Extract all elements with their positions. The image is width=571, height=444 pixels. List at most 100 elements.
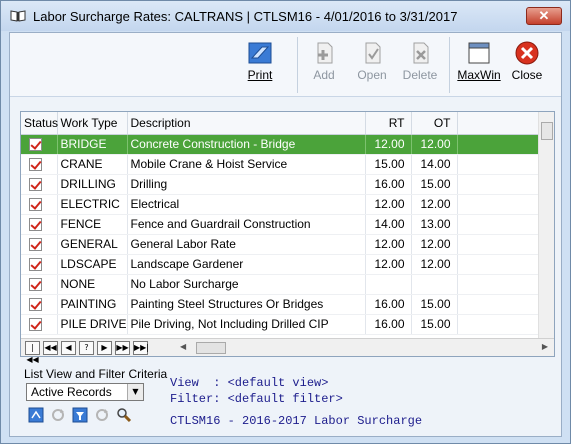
work-type-cell[interactable]: ELECTRIC: [57, 194, 128, 215]
column-header-ot[interactable]: OT: [411, 112, 458, 135]
work-type-cell[interactable]: LDSCAPE: [57, 254, 128, 275]
next-page-button[interactable]: ▶▶: [115, 341, 130, 355]
ot-cell[interactable]: 15.00: [411, 314, 458, 335]
search-icon[interactable]: [116, 407, 134, 425]
help-button[interactable]: ?: [79, 341, 94, 355]
description-cell[interactable]: Concrete Construction - Bridge: [127, 134, 366, 155]
last-record-button[interactable]: ▶▶|: [133, 341, 149, 355]
rt-cell[interactable]: 12.00: [365, 234, 412, 255]
status-cell[interactable]: [21, 234, 58, 255]
table-row[interactable]: NONE No Labor Surcharge: [21, 274, 539, 295]
rt-cell[interactable]: [365, 274, 412, 295]
table-row[interactable]: DRILLING Drilling 16.00 15.00: [21, 174, 539, 195]
table-row[interactable]: PILE DRIVE Pile Driving, Not Including Dr…: [21, 314, 539, 335]
status-cell[interactable]: [21, 274, 58, 295]
column-header-work-type[interactable]: Work Type: [57, 112, 128, 135]
refresh-filter-icon[interactable]: [94, 407, 112, 425]
work-type-cell[interactable]: NONE: [57, 274, 128, 295]
rt-cell[interactable]: 16.00: [365, 174, 412, 195]
description-cell[interactable]: No Labor Surcharge: [127, 274, 366, 295]
table-row[interactable]: BRIDGE Concrete Construction - Bridge 12.0…: [21, 134, 539, 155]
status-cell[interactable]: [21, 154, 58, 175]
status-checkbox[interactable]: [29, 218, 42, 232]
ot-cell[interactable]: 12.00: [411, 194, 458, 215]
column-header-description[interactable]: Description: [127, 112, 366, 135]
open-button[interactable]: Open: [349, 40, 395, 90]
work-type-cell[interactable]: CRANE: [57, 154, 128, 175]
status-checkbox[interactable]: [29, 198, 42, 212]
status-cell[interactable]: [21, 294, 58, 315]
prev-record-button[interactable]: ◀: [61, 341, 76, 355]
table-row[interactable]: GENERAL General Labor Rate 12.00 12.00: [21, 234, 539, 255]
blank-cell[interactable]: [457, 174, 539, 195]
ot-cell[interactable]: 12.00: [411, 254, 458, 275]
table-row[interactable]: PAINTING Painting Steel Structures Or Bri…: [21, 294, 539, 315]
scroll-left-arrow-icon[interactable]: ◀: [180, 342, 186, 351]
status-checkbox[interactable]: [29, 158, 42, 172]
status-cell[interactable]: [21, 174, 58, 195]
horizontal-scrollbar[interactable]: ◀ ▶: [178, 341, 550, 355]
rt-cell[interactable]: 15.00: [365, 154, 412, 175]
column-header-rt[interactable]: RT: [365, 112, 412, 135]
add-button[interactable]: Add: [301, 40, 347, 90]
vertical-scroll-thumb[interactable]: [541, 122, 553, 140]
next-record-button[interactable]: ▶: [97, 341, 112, 355]
scroll-right-arrow-icon[interactable]: ▶: [542, 342, 548, 351]
blank-cell[interactable]: [457, 294, 539, 315]
work-type-cell[interactable]: PILE DRIVE: [57, 314, 128, 335]
description-cell[interactable]: Mobile Crane & Hoist Service: [127, 154, 366, 175]
work-type-cell[interactable]: FENCE: [57, 214, 128, 235]
prev-page-button[interactable]: ◀◀: [43, 341, 58, 355]
work-type-cell[interactable]: DRILLING: [57, 174, 128, 195]
blank-cell[interactable]: [457, 154, 539, 175]
first-record-button[interactable]: |◀◀: [25, 341, 40, 364]
rt-cell[interactable]: 14.00: [365, 214, 412, 235]
maxwin-button[interactable]: MaxWin: [456, 40, 502, 90]
window-close-button[interactable]: ✕: [526, 7, 562, 25]
refresh-view-icon[interactable]: [50, 407, 68, 425]
work-type-cell[interactable]: GENERAL: [57, 234, 128, 255]
status-cell[interactable]: [21, 254, 58, 275]
rt-cell[interactable]: 12.00: [365, 194, 412, 215]
ot-cell[interactable]: 14.00: [411, 154, 458, 175]
description-cell[interactable]: Fence and Guardrail Construction: [127, 214, 366, 235]
status-cell[interactable]: [21, 194, 58, 215]
table-row[interactable]: LDSCAPE Landscape Gardener 12.00 12.00: [21, 254, 539, 275]
blank-cell[interactable]: [457, 274, 539, 295]
horizontal-scroll-thumb[interactable]: [196, 342, 226, 354]
status-checkbox[interactable]: [29, 178, 42, 192]
filter-list-icon[interactable]: [72, 407, 90, 425]
blank-cell[interactable]: [457, 254, 539, 275]
ot-cell[interactable]: 13.00: [411, 214, 458, 235]
ot-cell[interactable]: [411, 274, 458, 295]
blank-cell[interactable]: [457, 214, 539, 235]
blank-cell[interactable]: [457, 194, 539, 215]
status-checkbox[interactable]: [29, 318, 42, 332]
ot-cell[interactable]: 12.00: [411, 134, 458, 155]
rt-cell[interactable]: 16.00: [365, 294, 412, 315]
table-row[interactable]: ELECTRIC Electrical 12.00 12.00: [21, 194, 539, 215]
rt-cell[interactable]: 16.00: [365, 314, 412, 335]
rt-cell[interactable]: 12.00: [365, 134, 412, 155]
status-cell[interactable]: [21, 214, 58, 235]
table-row[interactable]: FENCE Fence and Guardrail Construction 14.…: [21, 214, 539, 235]
status-cell[interactable]: [21, 134, 58, 155]
description-cell[interactable]: General Labor Rate: [127, 234, 366, 255]
status-checkbox[interactable]: [29, 238, 42, 252]
status-checkbox[interactable]: [29, 138, 42, 152]
ot-cell[interactable]: 15.00: [411, 294, 458, 315]
status-checkbox[interactable]: [29, 278, 42, 292]
blank-cell[interactable]: [457, 314, 539, 335]
view-list-icon[interactable]: [28, 407, 46, 425]
rt-cell[interactable]: 12.00: [365, 254, 412, 275]
work-type-cell[interactable]: BRIDGE: [57, 134, 128, 155]
status-checkbox[interactable]: [29, 258, 42, 272]
status-checkbox[interactable]: [29, 298, 42, 312]
description-cell[interactable]: Drilling: [127, 174, 366, 195]
ot-cell[interactable]: 15.00: [411, 174, 458, 195]
delete-button[interactable]: Delete: [397, 40, 443, 90]
chevron-down-icon[interactable]: ▼: [127, 384, 143, 400]
table-row[interactable]: CRANE Mobile Crane & Hoist Service 15.00 14…: [21, 154, 539, 175]
blank-cell[interactable]: [457, 234, 539, 255]
work-type-cell[interactable]: PAINTING: [57, 294, 128, 315]
